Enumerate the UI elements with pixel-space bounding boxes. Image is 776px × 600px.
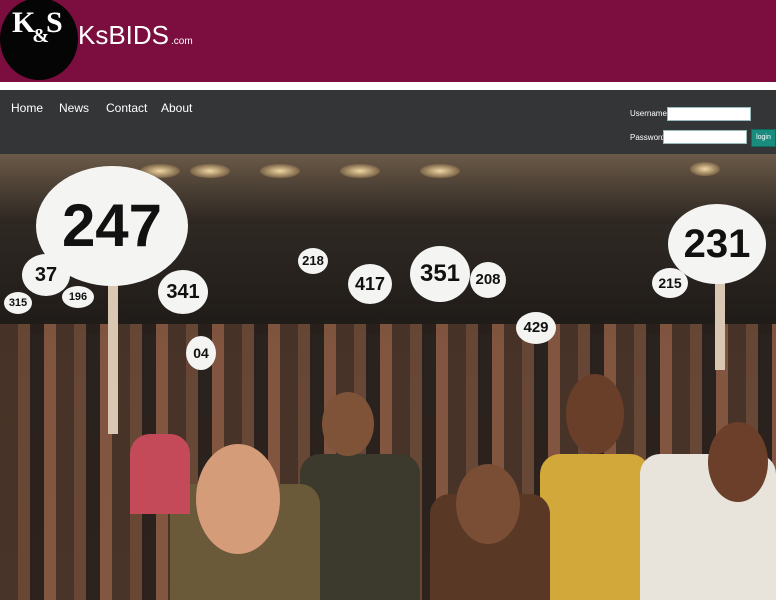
bid-paddle: 315 — [4, 292, 32, 314]
audience-face — [708, 422, 768, 502]
ceiling-light — [340, 164, 380, 178]
ceiling-light — [260, 164, 300, 178]
nav-bar: Home News Contact About — [0, 90, 776, 154]
login-button[interactable]: login — [751, 129, 776, 147]
bid-paddle: 215 — [652, 268, 688, 298]
password-label: Password: — [630, 133, 668, 142]
audience-person — [540, 454, 650, 600]
bid-paddle: 429 — [516, 312, 556, 344]
site-brand[interactable]: KsBIDS .com — [78, 20, 193, 51]
bid-paddle: 196 — [62, 286, 94, 308]
nav-news[interactable]: News — [59, 101, 89, 115]
header-divider — [0, 82, 776, 90]
bid-paddle: 341 — [158, 270, 208, 314]
hero-image: 247 231 37 341 218 417 351 208 429 215 3… — [0, 154, 776, 600]
bid-paddle: 37 — [22, 254, 70, 296]
bid-paddle: 208 — [470, 262, 506, 298]
bid-paddle: 04 — [186, 336, 216, 370]
username-field[interactable] — [667, 107, 751, 121]
ceiling-light — [690, 162, 720, 176]
nav-home[interactable]: Home — [11, 101, 43, 115]
password-field[interactable] — [663, 130, 747, 144]
brand-tld: .com — [171, 36, 193, 47]
site-header: K&S KsBIDS .com — [0, 0, 776, 82]
ceiling-light — [190, 164, 230, 178]
bid-paddle: 351 — [410, 246, 470, 302]
ceiling-light — [420, 164, 460, 178]
bid-paddle: 218 — [298, 248, 328, 274]
audience-face — [322, 392, 374, 456]
username-label: Username: — [630, 109, 670, 118]
audience-person — [130, 434, 190, 514]
logo-monogram: K&S — [12, 6, 63, 47]
nav-contact[interactable]: Contact — [106, 101, 147, 115]
audience-face — [196, 444, 280, 554]
brand-name: KsBIDS — [78, 20, 170, 50]
bid-paddle: 417 — [348, 264, 392, 304]
audience-face — [566, 374, 624, 454]
nav-about[interactable]: About — [161, 101, 192, 115]
logo[interactable]: K&S — [0, 0, 78, 80]
audience-face — [456, 464, 520, 544]
